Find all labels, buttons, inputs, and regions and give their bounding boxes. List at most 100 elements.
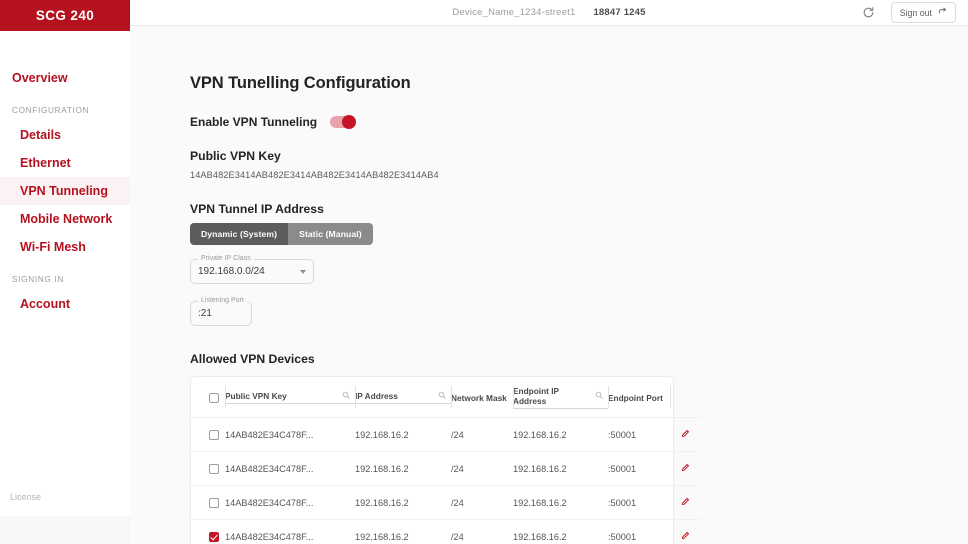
table-row[interactable]: 14AB482E34C478F... 192.168.16.2/24 192.168… bbox=[191, 417, 700, 453]
enable-vpn-toggle[interactable] bbox=[330, 115, 357, 130]
cell-endpoint-ip-address: 192.168.16.2 bbox=[513, 519, 608, 544]
table-body: 14AB482E34C478F... 192.168.16.2/24 192.168… bbox=[191, 417, 700, 544]
table-row[interactable]: 14AB482E34C478F... 192.168.16.2/24 192.168… bbox=[191, 519, 700, 544]
cell-actions bbox=[670, 417, 700, 453]
search-icon[interactable] bbox=[595, 391, 603, 401]
sidebar-item-wifi-mesh[interactable]: Wi-Fi Mesh bbox=[0, 233, 130, 261]
column-header-endpoint-port[interactable]: Endpoint Port bbox=[608, 377, 670, 419]
app-logo-text: SCG 240 bbox=[35, 8, 95, 23]
topbar-device-info: Device_Name_1234-street1 18847 1245 bbox=[130, 7, 968, 18]
cell-ip-address: 192.168.16.2 bbox=[355, 485, 451, 521]
refresh-icon[interactable] bbox=[861, 5, 877, 21]
cell-actions bbox=[670, 485, 700, 521]
sidebar-item-label-mobile-network: Mobile Network bbox=[20, 212, 113, 226]
segment-static-manual[interactable]: Static (Manual) bbox=[288, 223, 373, 246]
row-select-cell bbox=[191, 451, 225, 487]
page-content: VPN Tunelling Configuration Enable VPN T… bbox=[130, 26, 968, 544]
column-label-network-mask: Network Mask bbox=[451, 392, 507, 403]
public-vpn-key-heading: Public VPN Key bbox=[190, 149, 281, 164]
cell-ip-address: 192.168.16.2 bbox=[355, 417, 451, 453]
ip-mode-segmented-control: Dynamic (System) Static (Manual) bbox=[190, 223, 373, 246]
device-name: Device_Name_1234-street1 bbox=[452, 7, 576, 19]
edit-row-icon[interactable] bbox=[681, 464, 690, 474]
sidebar-item-label-details: Details bbox=[20, 128, 61, 142]
column-label-endpoint-ip-address: Endpoint IP Address bbox=[513, 386, 559, 407]
sidebar-item-ethernet[interactable]: Ethernet bbox=[0, 149, 130, 177]
cell-endpoint-ip-address: 192.168.16.2 bbox=[513, 417, 608, 453]
sign-out-button[interactable]: Sign out bbox=[890, 2, 956, 24]
row-checkbox[interactable] bbox=[209, 463, 219, 474]
cell-ip-address: 192.168.16.2 bbox=[355, 519, 451, 544]
private-ip-class-select[interactable]: Private IP Class 192.168.0.0/24 bbox=[190, 255, 314, 285]
segment-dynamic-system[interactable]: Dynamic (System) bbox=[190, 223, 289, 246]
sidebar-item-label-overview: Overview bbox=[12, 71, 68, 85]
sidebar-license-link[interactable]: License bbox=[0, 492, 130, 516]
search-icon[interactable] bbox=[342, 391, 350, 401]
sidebar-item-label-ethernet: Ethernet bbox=[20, 156, 71, 170]
cell-network-mask: /24 bbox=[451, 519, 513, 544]
app-logo: SCG 240 bbox=[0, 0, 130, 31]
sign-out-arrow-icon bbox=[938, 7, 947, 18]
column-divider bbox=[670, 386, 671, 409]
row-checkbox[interactable] bbox=[209, 531, 219, 542]
public-vpn-key-value: 14AB482E3414AB482E3414AB482E3414AB482E34… bbox=[190, 170, 439, 181]
cell-endpoint-ip-address: 192.168.16.2 bbox=[513, 451, 608, 487]
listening-port-label: Listening Port bbox=[198, 297, 247, 305]
row-checkbox[interactable] bbox=[209, 429, 219, 440]
select-all-header bbox=[191, 377, 225, 419]
table-header-row: Public VPN Key IP Address Network Mask E… bbox=[191, 377, 700, 419]
vpn-tunnel-ip-heading: VPN Tunnel IP Address bbox=[190, 202, 324, 217]
sidebar-section-configuration: CONFIGURATION bbox=[12, 106, 90, 115]
table-row[interactable]: 14AB482E34C478F... 192.168.16.2/24 192.168… bbox=[191, 485, 700, 521]
table-row[interactable]: 14AB482E34C478F... 192.168.16.2/24 192.168… bbox=[191, 451, 700, 487]
search-icon[interactable] bbox=[438, 391, 446, 401]
listening-port-input[interactable]: Listening Port :21 bbox=[190, 297, 252, 327]
cell-endpoint-port: :50001 bbox=[608, 451, 670, 487]
cell-actions bbox=[670, 519, 700, 544]
segment-static-label: Static (Manual) bbox=[299, 229, 362, 240]
column-header-endpoint-ip-address[interactable]: Endpoint IP Address bbox=[513, 377, 608, 419]
cell-network-mask: /24 bbox=[451, 417, 513, 453]
column-header-actions bbox=[670, 377, 700, 419]
row-checkbox[interactable] bbox=[209, 497, 219, 508]
sign-out-label: Sign out bbox=[899, 7, 932, 18]
edit-row-icon[interactable] bbox=[681, 498, 690, 508]
sidebar-item-mobile-network[interactable]: Mobile Network bbox=[0, 205, 130, 233]
cell-endpoint-port: :50001 bbox=[608, 417, 670, 453]
row-select-cell bbox=[191, 519, 225, 544]
cell-network-mask: /24 bbox=[451, 451, 513, 487]
cell-ip-address: 192.168.16.2 bbox=[355, 451, 451, 487]
sidebar-item-vpn-tunneling[interactable]: VPN Tunneling bbox=[0, 177, 130, 205]
column-header-public-vpn-key[interactable]: Public VPN Key bbox=[225, 377, 355, 419]
allowed-vpn-devices-table-card: Public VPN Key IP Address Network Mask E… bbox=[190, 376, 700, 544]
column-label-endpoint-port: Endpoint Port bbox=[608, 392, 663, 403]
edit-row-icon[interactable] bbox=[681, 430, 690, 440]
cell-network-mask: /24 bbox=[451, 485, 513, 521]
sidebar-item-label-account: Account bbox=[20, 297, 70, 311]
device-id: 18847 1245 bbox=[593, 7, 646, 19]
column-header-ip-address[interactable]: IP Address bbox=[355, 377, 451, 419]
segment-dynamic-label: Dynamic (System) bbox=[201, 229, 278, 240]
column-divider bbox=[451, 386, 452, 409]
cell-endpoint-port: :50001 bbox=[608, 519, 670, 544]
sidebar-license-label: License bbox=[10, 492, 42, 502]
app-root: SCG 240 Overview CONFIGURATION Details E… bbox=[0, 0, 968, 544]
allowed-vpn-devices-heading: Allowed VPN Devices bbox=[190, 352, 315, 367]
topbar-actions: Sign out bbox=[861, 2, 956, 24]
edit-row-icon[interactable] bbox=[681, 532, 690, 542]
cell-public-vpn-key: 14AB482E34C478F... bbox=[225, 519, 355, 544]
column-label-ip-address: IP Address bbox=[355, 391, 398, 402]
topbar: Device_Name_1234-street1 18847 1245 Sign… bbox=[130, 0, 968, 27]
chevron-down-icon bbox=[300, 269, 306, 274]
cell-endpoint-port: :50001 bbox=[608, 485, 670, 521]
sidebar-nav: Overview CONFIGURATION Details Ethernet … bbox=[0, 31, 130, 492]
select-all-checkbox[interactable] bbox=[209, 393, 219, 404]
sidebar-item-details[interactable]: Details bbox=[0, 121, 130, 149]
enable-vpn-label: Enable VPN Tunneling bbox=[190, 115, 318, 130]
sidebar-item-overview[interactable]: Overview bbox=[0, 64, 130, 92]
column-header-network-mask[interactable]: Network Mask bbox=[451, 377, 513, 419]
row-select-cell bbox=[191, 417, 225, 453]
sidebar-item-account[interactable]: Account bbox=[0, 290, 130, 318]
column-divider bbox=[513, 386, 514, 409]
column-label-public-vpn-key: Public VPN Key bbox=[225, 391, 287, 402]
